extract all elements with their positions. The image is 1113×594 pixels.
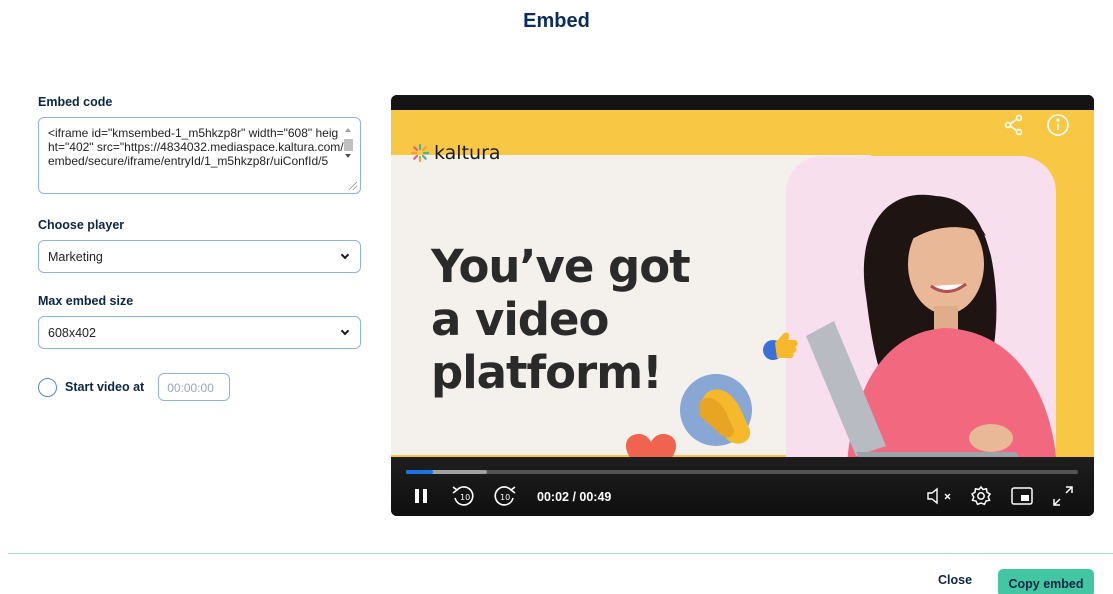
time-display: 00:02 / 00:49 [537,490,612,504]
footer-divider [8,553,1113,554]
start-video-row: Start video at 00:00:00 [38,373,231,401]
choose-player-label: Choose player [38,218,125,232]
video-player[interactable]: kaltura You’ve got a video platform! 10 … [391,95,1094,516]
forward-seconds: 10 [500,493,510,502]
pause-icon[interactable] [411,484,431,508]
scroll-thumb[interactable] [344,139,353,151]
info-icon[interactable] [1046,113,1070,142]
fullscreen-icon[interactable] [1051,484,1075,508]
close-button[interactable]: Close [938,573,972,587]
scroll-down-arrow-icon[interactable] [345,154,351,158]
kaltura-logo: kaltura [410,142,501,164]
copy-embed-button[interactable]: Copy embed [998,569,1094,594]
clapping-hands-icon [678,372,763,457]
headline-line: platform! [431,346,663,399]
dialog-title: Embed [523,10,590,32]
start-video-checkbox[interactable] [38,377,57,397]
progress-fill [406,470,433,474]
picture-in-picture-icon[interactable] [1009,484,1035,508]
video-top-bar [391,95,1094,110]
chevron-down-icon [340,250,350,260]
kaltura-logo-text: kaltura [434,142,501,164]
presenter-photo [786,156,1056,491]
embed-code-textarea[interactable]: <iframe id="kmsembed-1_m5hkzp8r" width="… [38,117,361,194]
video-frame[interactable]: kaltura You’ve got a video platform! [391,110,1094,491]
scroll-up-arrow-icon[interactable] [345,128,351,132]
choose-player-value: Marketing [48,250,103,264]
headline-line: You’ve got [431,240,691,293]
max-embed-size-label: Max embed size [38,294,134,308]
headline-line: a video [431,293,609,346]
embed-code-text[interactable]: <iframe id="kmsembed-1_m5hkzp8r" width="… [48,126,344,188]
settings-icon[interactable] [969,484,993,508]
choose-player-select[interactable]: Marketing [38,240,361,273]
forward-10-icon[interactable]: 10 [491,484,519,508]
video-headline: You’ve got a video platform! [431,240,691,399]
start-time-input[interactable]: 00:00:00 [158,373,231,401]
max-embed-size-value: 608x402 [48,326,96,340]
share-icon[interactable] [1003,114,1025,141]
resize-grip-icon[interactable] [349,182,357,190]
thumbs-up-icon [761,326,799,369]
chevron-down-icon [340,326,350,336]
rewind-10-icon[interactable]: 10 [449,484,477,508]
max-embed-size-select[interactable]: 608x402 [38,316,361,349]
start-video-label: Start video at [65,380,145,394]
embed-settings-panel: Embed code <iframe id="kmsembed-1_m5hkzp… [38,95,362,349]
mute-icon[interactable] [924,484,956,508]
embed-code-label: Embed code [38,95,113,109]
rewind-seconds: 10 [460,493,470,502]
embed-code-scrollbar[interactable] [343,126,354,182]
progress-bar[interactable] [406,470,1078,474]
kaltura-logo-icon [410,143,430,163]
